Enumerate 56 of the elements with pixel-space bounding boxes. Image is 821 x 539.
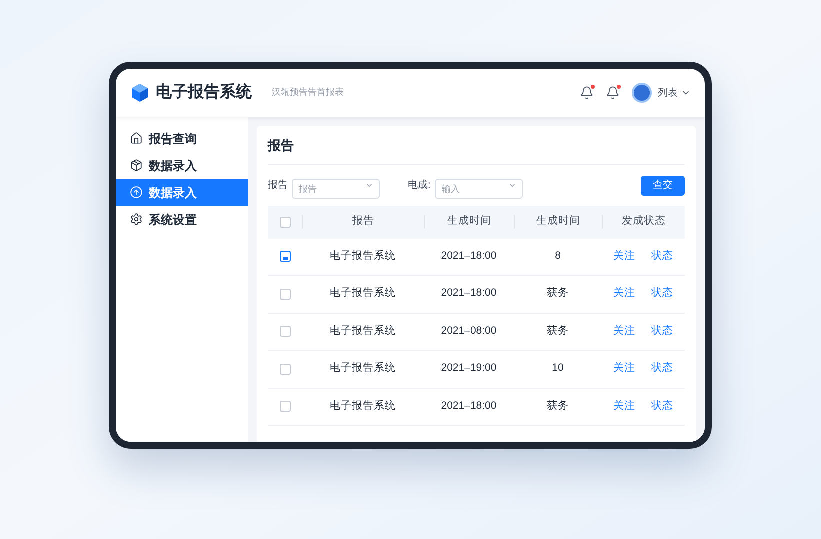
action-link[interactable]: 状态 [652,286,674,302]
table-cell-text: 8 [555,248,561,264]
bell-icon[interactable] [580,86,594,100]
sidebar-item[interactable]: 系统设置 [116,206,248,233]
cube-logo-icon [130,83,150,103]
checkbox[interactable] [280,401,290,412]
home-icon [130,132,143,145]
table-cell-text: 电子报告系统 [330,398,396,414]
sidebar-item[interactable]: 数据录入 [116,179,248,206]
table-cell-text: 获务 [547,286,569,302]
arrow-circle-icon [130,186,143,199]
gear-icon [130,213,143,226]
app-subtitle: 汉瓴预告告首报表 [272,86,344,100]
filter-select[interactable]: 输入 [434,178,523,198]
filter-label: 报告 [268,178,288,193]
table-cell-text: 电子报告系统 [330,361,396,376]
checkbox[interactable] [280,288,290,300]
filter-select[interactable]: 报告 [292,178,380,198]
table-cell-text: 获务 [547,398,569,414]
panel-title: 报告 [268,136,685,164]
table-cell-text: 电子报告系统 [330,324,396,339]
checkbox[interactable] [280,216,290,228]
sidebar-item[interactable]: 数据录入 [116,152,248,179]
bell-icon[interactable] [606,86,620,100]
table-cell-text: 2021–08:00 [441,324,497,339]
checkbox[interactable] [280,326,290,338]
action-link[interactable]: 关注 [614,398,636,415]
table-cell-text: 2021–18:00 [441,248,497,264]
action-link[interactable]: 关注 [614,286,636,302]
table-cell-text: 获务 [547,324,569,339]
column-header: 发成状态 [622,214,666,230]
action-link[interactable]: 状态 [652,324,674,340]
table-cell-text: 电子报告系统 [330,248,396,264]
avatar[interactable] [632,83,652,103]
action-link[interactable]: 状态 [652,398,674,415]
column-header: 生成时间 [448,214,492,230]
submit-button[interactable]: 查交 [641,176,685,196]
table-cell-text: 10 [552,361,564,376]
checkbox[interactable] [280,251,290,262]
action-link[interactable]: 关注 [614,361,636,378]
action-link[interactable]: 关注 [614,248,636,265]
table-cell-text: 电子报告系统 [330,286,396,302]
package-icon [130,159,143,172]
column-header: 生成时间 [536,214,580,230]
column-header: 报告 [352,214,374,230]
action-link[interactable]: 状态 [652,361,674,378]
table-cell-text: 2021–18:00 [441,398,497,414]
action-link[interactable]: 状态 [652,248,674,265]
checkbox[interactable] [280,364,290,375]
table-cell-text: 2021–18:00 [441,286,497,302]
action-link[interactable]: 关注 [614,324,636,340]
app-title: 电子报告系统 [156,82,252,103]
user-menu[interactable]: 列表 [658,86,691,100]
table-cell-text: 2021–19:00 [441,361,497,376]
sidebar-item[interactable]: 报告查询 [116,125,248,152]
filter-label: 电成: [408,178,431,193]
